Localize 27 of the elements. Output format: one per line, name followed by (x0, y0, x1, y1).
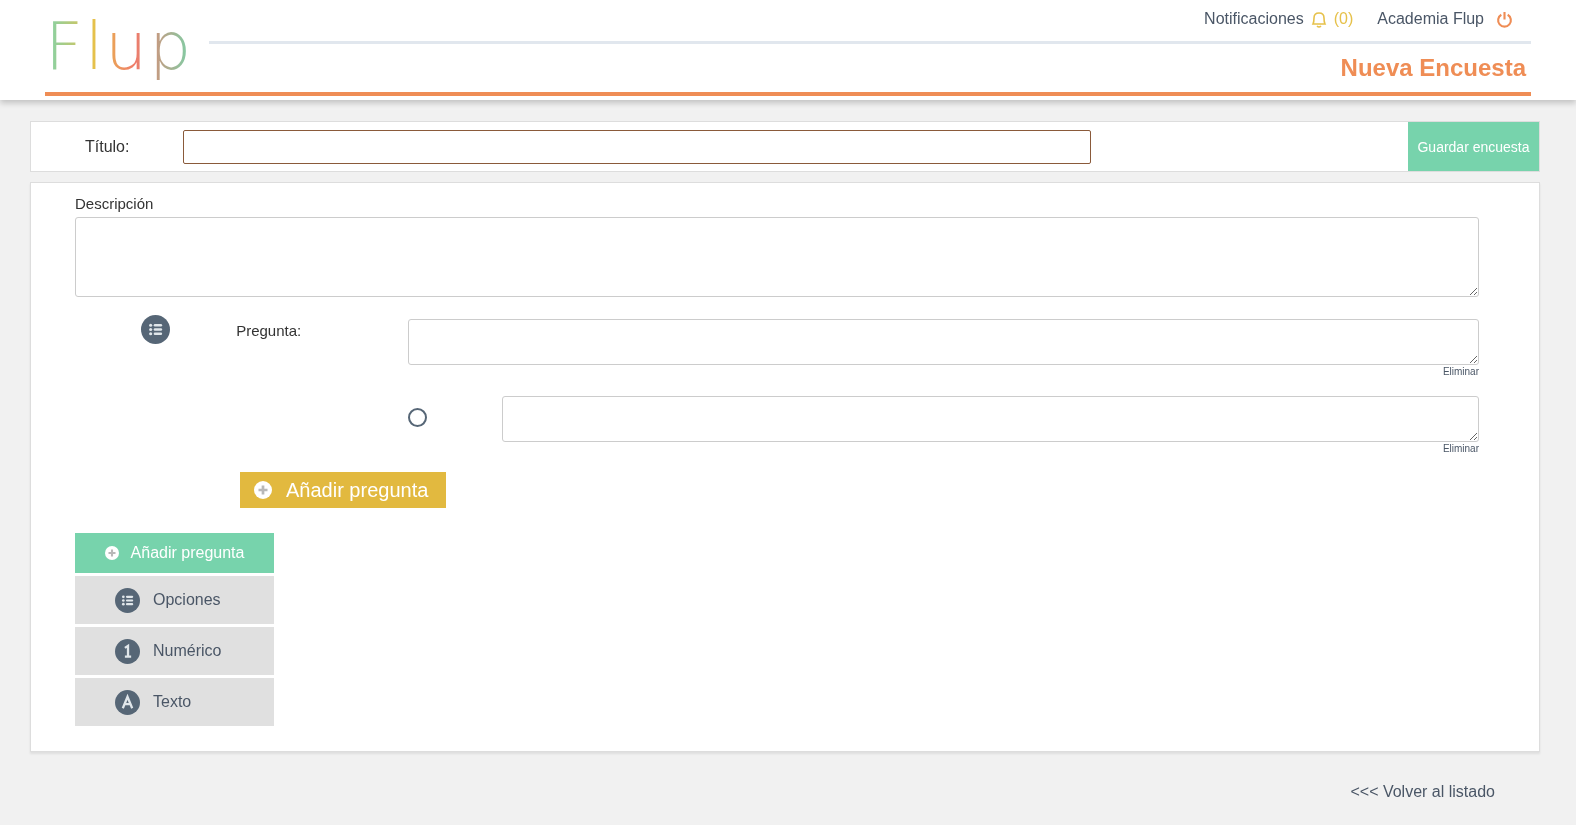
menu-header-label: Añadir pregunta (130, 544, 245, 562)
letter-a-icon (115, 689, 140, 715)
user-name[interactable]: Academia Flup (1377, 10, 1484, 28)
notifications-count: (0) (1333, 10, 1354, 28)
description-label: Descripción (75, 195, 155, 212)
description-field[interactable] (75, 217, 1479, 297)
delete-link[interactable]: Eliminar (1442, 443, 1479, 454)
page-title: Nueva Encuesta (1339, 53, 1528, 82)
list-icon (115, 587, 140, 613)
menu-item[interactable]: Texto (75, 678, 274, 726)
notifications-label[interactable]: Notificaciones (1204, 10, 1304, 28)
number-one-icon (115, 638, 140, 664)
list-icon (141, 315, 171, 344)
bell-icon[interactable] (1309, 9, 1328, 29)
plus-circle-icon (104, 546, 119, 560)
title-label: Título: (84, 137, 131, 156)
radio-button[interactable] (408, 408, 427, 427)
menu-item[interactable]: Numérico (75, 627, 274, 675)
power-icon[interactable] (1496, 10, 1513, 28)
option-field[interactable] (502, 396, 1479, 442)
plus-circle-icon (254, 481, 272, 499)
title-input[interactable] (183, 129, 1091, 164)
back-link[interactable]: <<< Volver al listado (1350, 783, 1495, 801)
question-field[interactable] (408, 319, 1479, 365)
delete-link[interactable]: Eliminar (1442, 366, 1479, 377)
menu-item[interactable]: Opciones (75, 576, 274, 624)
question-label: Pregunta: (236, 321, 303, 339)
